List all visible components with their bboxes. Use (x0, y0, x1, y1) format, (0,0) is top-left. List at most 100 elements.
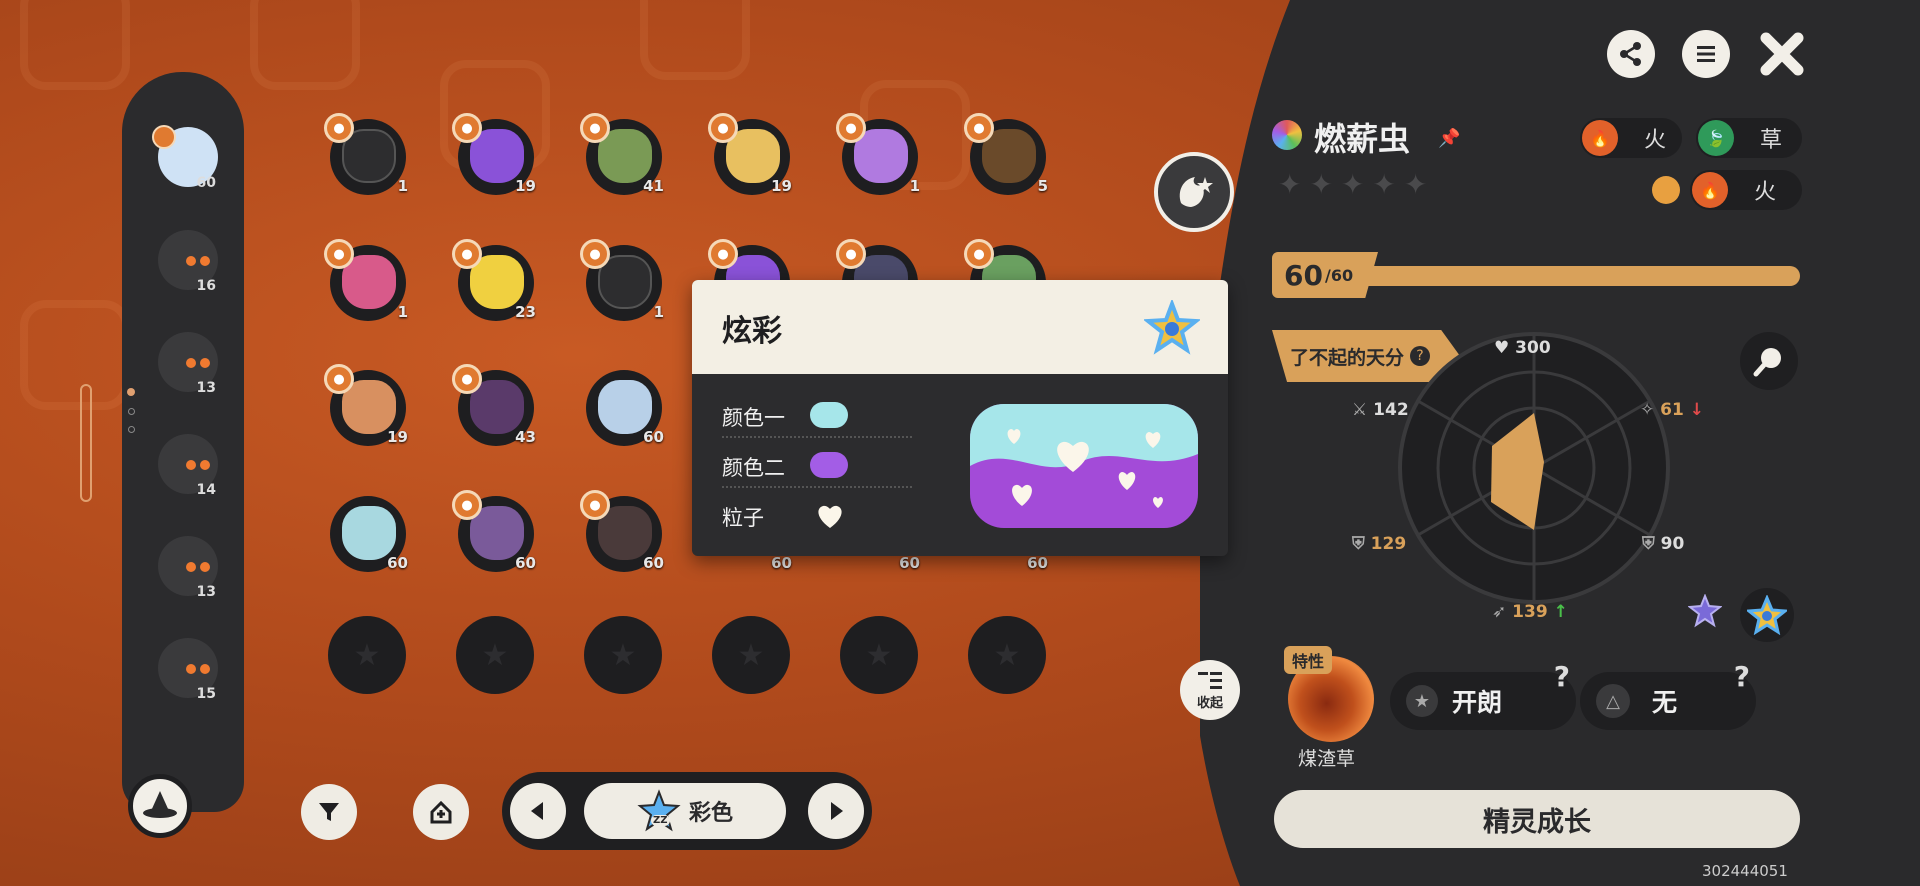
pet-card[interactable]: ● 60 (452, 490, 536, 574)
empty-slot: ★ (840, 616, 918, 694)
pet-card[interactable]: ● 19 (452, 113, 536, 197)
empty-slot: ★ (328, 616, 406, 694)
share-icon[interactable] (1607, 30, 1655, 78)
color-one-row: 颜色一 (722, 390, 912, 438)
element-label: 火 (1644, 128, 1667, 153)
particle-row: 粒子 (722, 490, 912, 538)
pet-card[interactable]: 60 (328, 494, 408, 574)
leaf-icon: 🍃 (1698, 120, 1734, 156)
arrow-left-icon (531, 802, 543, 820)
pet-card[interactable]: ● 19 (708, 113, 792, 197)
fruit-badge-icon (152, 125, 176, 149)
fruit-badge-icon: ● (708, 239, 738, 269)
sword-icon: ⚔ (1352, 400, 1368, 420)
pet-growth-button[interactable]: 精灵成长 (1274, 790, 1800, 848)
pet-level: 60 (643, 554, 664, 572)
collapse-button[interactable]: 收起 (1180, 660, 1240, 720)
pet-card[interactable]: ● 19 (324, 364, 408, 448)
pet-card[interactable]: ● 1 (324, 113, 408, 197)
empty-slot: ★ (968, 616, 1046, 694)
witch-hat-icon[interactable] (128, 774, 192, 838)
pet-portrait (342, 506, 396, 560)
element-pill-fire[interactable]: 🔥 火 (1580, 118, 1682, 158)
variant-badge: ZZ (650, 815, 670, 826)
variant-selector: ZZ 彩色 (502, 772, 872, 850)
trait-option-button[interactable]: ★ 开朗 ? (1390, 660, 1576, 730)
element-label: 火 (1754, 180, 1777, 205)
pet-level: 60 (771, 554, 792, 572)
wand-icon: ✧ (1640, 400, 1655, 420)
pet-card[interactable]: ● 1 (580, 239, 664, 323)
element-pill-grass[interactable]: 🍃 草 (1696, 118, 1802, 158)
pet-level: 60 (1027, 554, 1048, 572)
pet-card[interactable]: ● 23 (452, 239, 536, 323)
team-pet-slot[interactable]: 16 (152, 228, 222, 298)
pet-level: 60 (643, 428, 664, 446)
star-icon: ★ (1406, 685, 1438, 717)
rainbow-orb-icon (1272, 120, 1302, 150)
prev-variant-button[interactable] (510, 783, 566, 839)
team-pet-slot[interactable]: 60 (152, 125, 222, 195)
pin-icon[interactable]: 📌 (1438, 128, 1460, 149)
id-text: 302444051 (1702, 862, 1788, 880)
pet-card[interactable]: ● 1 (836, 113, 920, 197)
pet-level: 14 (196, 482, 216, 498)
purple-star-icon[interactable] (1687, 593, 1723, 628)
fruit-badge-icon: ● (452, 113, 482, 143)
star-icon: ✦ (1309, 168, 1333, 201)
funnel-icon (319, 803, 339, 821)
popup-header: 炫彩 (692, 280, 1228, 374)
popup-title: 炫彩 (722, 314, 782, 349)
close-icon[interactable] (1756, 28, 1808, 80)
question-icon[interactable]: ? (1734, 660, 1750, 693)
color-one-label: 颜色一 (722, 406, 785, 430)
level-max: 60 (1330, 265, 1354, 285)
arrow-down-icon: ↓ (1689, 400, 1705, 420)
pet-level: 19 (387, 428, 408, 446)
fruit-badge-icon: ● (580, 490, 610, 520)
shiny-toggle-button[interactable] (1740, 588, 1794, 642)
question-icon[interactable]: ? (1554, 660, 1570, 693)
pet-card[interactable]: ● 5 (964, 113, 1048, 197)
page-dot (128, 408, 135, 415)
scrollbar[interactable] (80, 384, 92, 502)
list-icon[interactable] (1682, 30, 1730, 78)
variant-label-pill[interactable]: ZZ 彩色 (584, 783, 786, 839)
pet-type-icon[interactable] (1154, 152, 1234, 232)
pet-level: 43 (515, 428, 536, 446)
element-label: 草 (1760, 128, 1783, 153)
pet-name: 燃薪虫 (1314, 120, 1411, 158)
pet-level: 5 (1037, 177, 1048, 195)
pet-level: 23 (515, 303, 536, 321)
star-icon: ✦ (1403, 168, 1428, 201)
next-variant-button[interactable] (808, 783, 864, 839)
magnifier-button[interactable] (1740, 332, 1798, 390)
pet-level: 60 (515, 554, 536, 572)
team-pet-slot[interactable]: 15 (152, 636, 222, 706)
pet-card[interactable]: ● 43 (452, 364, 536, 448)
fruit-badge-icon: ● (964, 113, 994, 143)
pet-card[interactable]: ● 60 (580, 490, 664, 574)
fruit-badge-icon: ● (836, 113, 866, 143)
sort-button[interactable] (413, 784, 469, 840)
rainbow-star-icon (1747, 595, 1787, 635)
trait-slot-button[interactable]: △ 无 ? (1580, 660, 1756, 730)
team-pet-slot[interactable]: 14 (152, 432, 222, 502)
team-pet-slot[interactable]: 13 (152, 330, 222, 400)
arrow-up-icon: ↑ (1553, 602, 1568, 622)
pet-card[interactable]: ● 1 (324, 239, 408, 323)
pet-level: 41 (643, 177, 664, 195)
page-dot-active (127, 388, 135, 396)
trait-option-label: 开朗 (1452, 688, 1503, 717)
element-pill-fruit[interactable]: 🔥 火 (1690, 170, 1802, 210)
color-two-row: 颜色二 (722, 440, 912, 488)
shiny-info-popup: 炫彩 颜色一 颜色二 粒子 (692, 280, 1228, 556)
magic-shield-icon: ⛨ (1642, 534, 1655, 554)
pet-card[interactable]: ● 41 (580, 113, 664, 197)
rainbow-star-icon (1142, 298, 1202, 356)
pet-level: 15 (196, 686, 216, 702)
level-value: 60 (1284, 258, 1323, 292)
filter-button[interactable] (301, 784, 357, 840)
pet-card[interactable]: 60 (584, 368, 664, 448)
team-pet-slot[interactable]: 13 (152, 534, 222, 604)
